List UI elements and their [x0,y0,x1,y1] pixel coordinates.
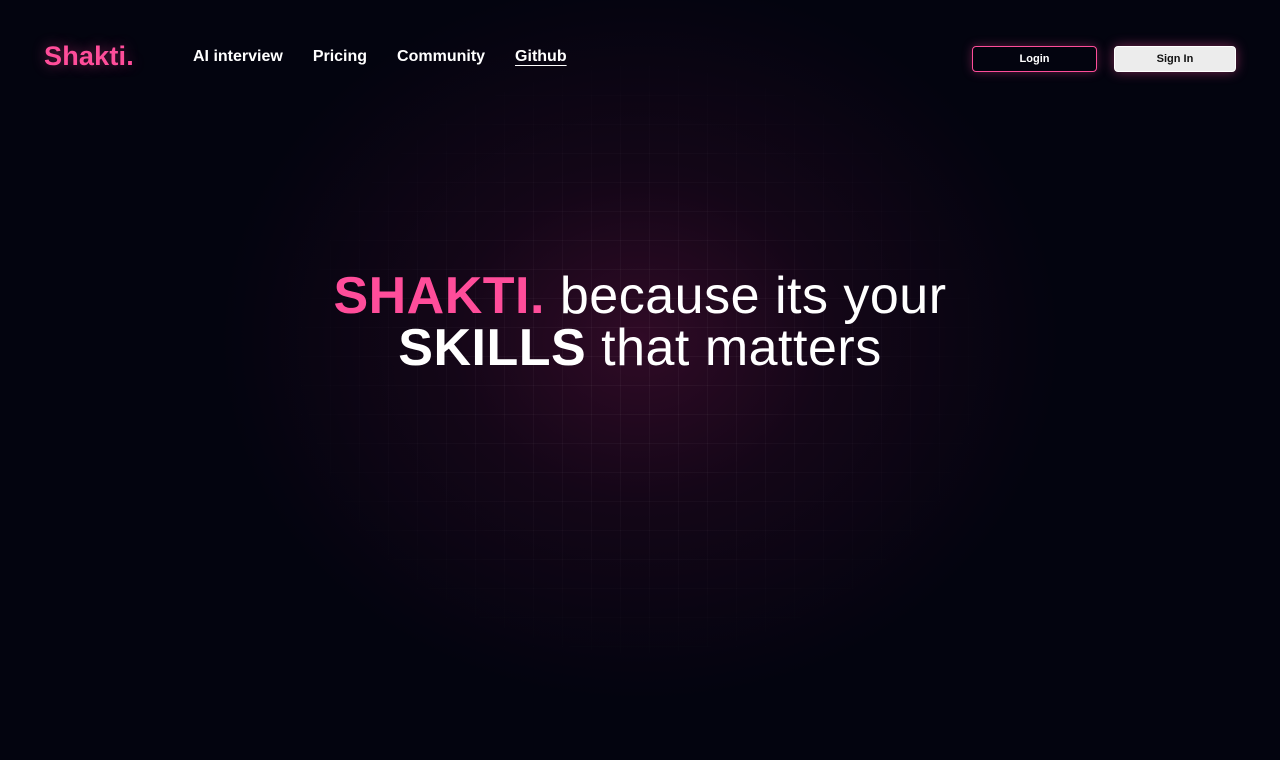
nav-link-community[interactable]: Community [397,48,485,66]
sign-in-button[interactable]: Sign In [1114,46,1236,72]
hero-line-1: SHAKTI. because its your [0,270,1280,322]
nav-link-github[interactable]: Github [515,48,567,66]
hero-strong-word: SKILLS [398,319,587,377]
hero-brand-word: SHAKTI. [333,267,545,325]
nav-link-ai-interview[interactable]: AI interview [193,48,283,66]
nav-link-pricing[interactable]: Pricing [313,48,367,66]
navbar: Shakti. AI interview Pricing Community G… [0,0,1280,118]
hero-line-1-text: because its your [559,267,947,325]
hero-headline: SHAKTI. because its your SKILLS that mat… [0,270,1280,374]
logo[interactable]: Shakti. [44,41,134,72]
landing-page: Shakti. AI interview Pricing Community G… [0,0,1280,760]
login-button[interactable]: Login [972,46,1097,72]
hero-line-2-text: that matters [601,319,882,377]
hero-line-2: SKILLS that matters [0,322,1280,374]
nav-links: AI interview Pricing Community Github [193,48,567,66]
